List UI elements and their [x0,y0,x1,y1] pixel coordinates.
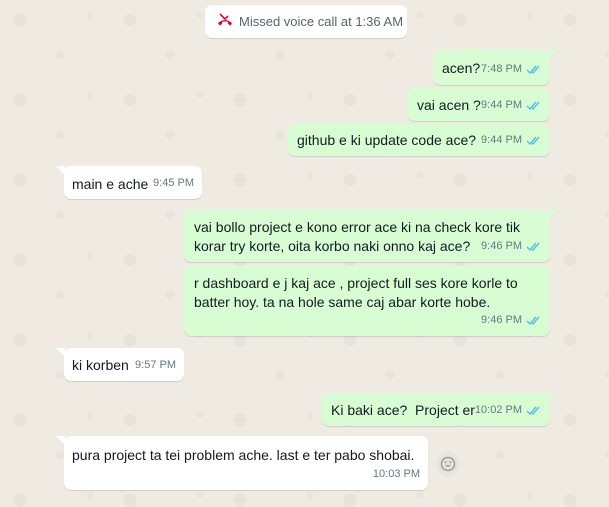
message-time: 7:48 PM [481,63,522,75]
message-outgoing[interactable]: vai acen ? 9:44 PM [408,88,550,121]
message-outgoing[interactable]: acen? 7:48 PM [433,50,558,85]
missed-call-text: Missed voice call at 1:36 AM [239,14,404,29]
message-text: github e ki update code ace? [297,132,477,148]
message-text: acen? [442,60,481,76]
read-ticks-icon [526,406,540,416]
message-meta: 10:02 PM [475,401,542,420]
message-time: 9:44 PM [481,134,522,146]
message-meta: 9:57 PM [135,356,176,375]
message-incoming[interactable]: ki korben 9:57 PM [56,348,184,381]
message-time: 9:44 PM [481,99,522,111]
message-outgoing[interactable]: Ki baki ace? Project er 10:02 PM [322,393,558,426]
message-meta: 9:45 PM [153,174,194,193]
message-incoming[interactable]: pura project ta tei problem ache. last e… [56,436,428,490]
emoji-reaction-button[interactable] [436,452,460,476]
message-time: 9:57 PM [135,359,176,371]
message-outgoing[interactable]: r dashboard e j kaj ace , project full s… [184,266,550,336]
message-meta: 9:44 PM [481,131,542,150]
read-ticks-icon [526,242,540,252]
read-ticks-icon [526,101,540,111]
message-text: r dashboard e j kaj ace , project full s… [194,275,518,310]
message-outgoing[interactable]: github e ki update code ace? 9:44 PM [288,124,550,156]
read-ticks-icon [526,65,540,75]
message-time: 9:46 PM [481,240,522,252]
message-text: ki korben [72,357,129,373]
message-meta: 9:44 PM [481,96,542,115]
message-meta: 9:46 PM [481,311,542,330]
message-meta: 10:03 PM [373,465,420,484]
message-time: 9:45 PM [153,177,194,189]
read-ticks-icon [526,316,540,326]
message-time: 9:46 PM [481,314,522,326]
message-meta: 9:46 PM [481,237,542,256]
message-outgoing[interactable]: vai bollo project e kono error ace ki na… [184,210,558,262]
missed-call-notice: Missed voice call at 1:36 AM [205,5,407,38]
message-incoming[interactable]: main e ache 9:45 PM [56,166,202,199]
message-text: main e ache [72,176,149,192]
message-text: Ki baki ace? Project er [331,402,475,418]
message-meta: 7:48 PM [481,60,542,79]
message-text: pura project ta tei problem ache. last e… [72,447,415,463]
message-time: 10:03 PM [372,468,420,480]
read-ticks-icon [526,136,540,146]
missed-call-icon [217,13,233,30]
message-text: vai acen ? [417,97,481,113]
message-time: 10:02 PM [474,404,522,416]
emoji-reaction-icon [440,456,456,472]
